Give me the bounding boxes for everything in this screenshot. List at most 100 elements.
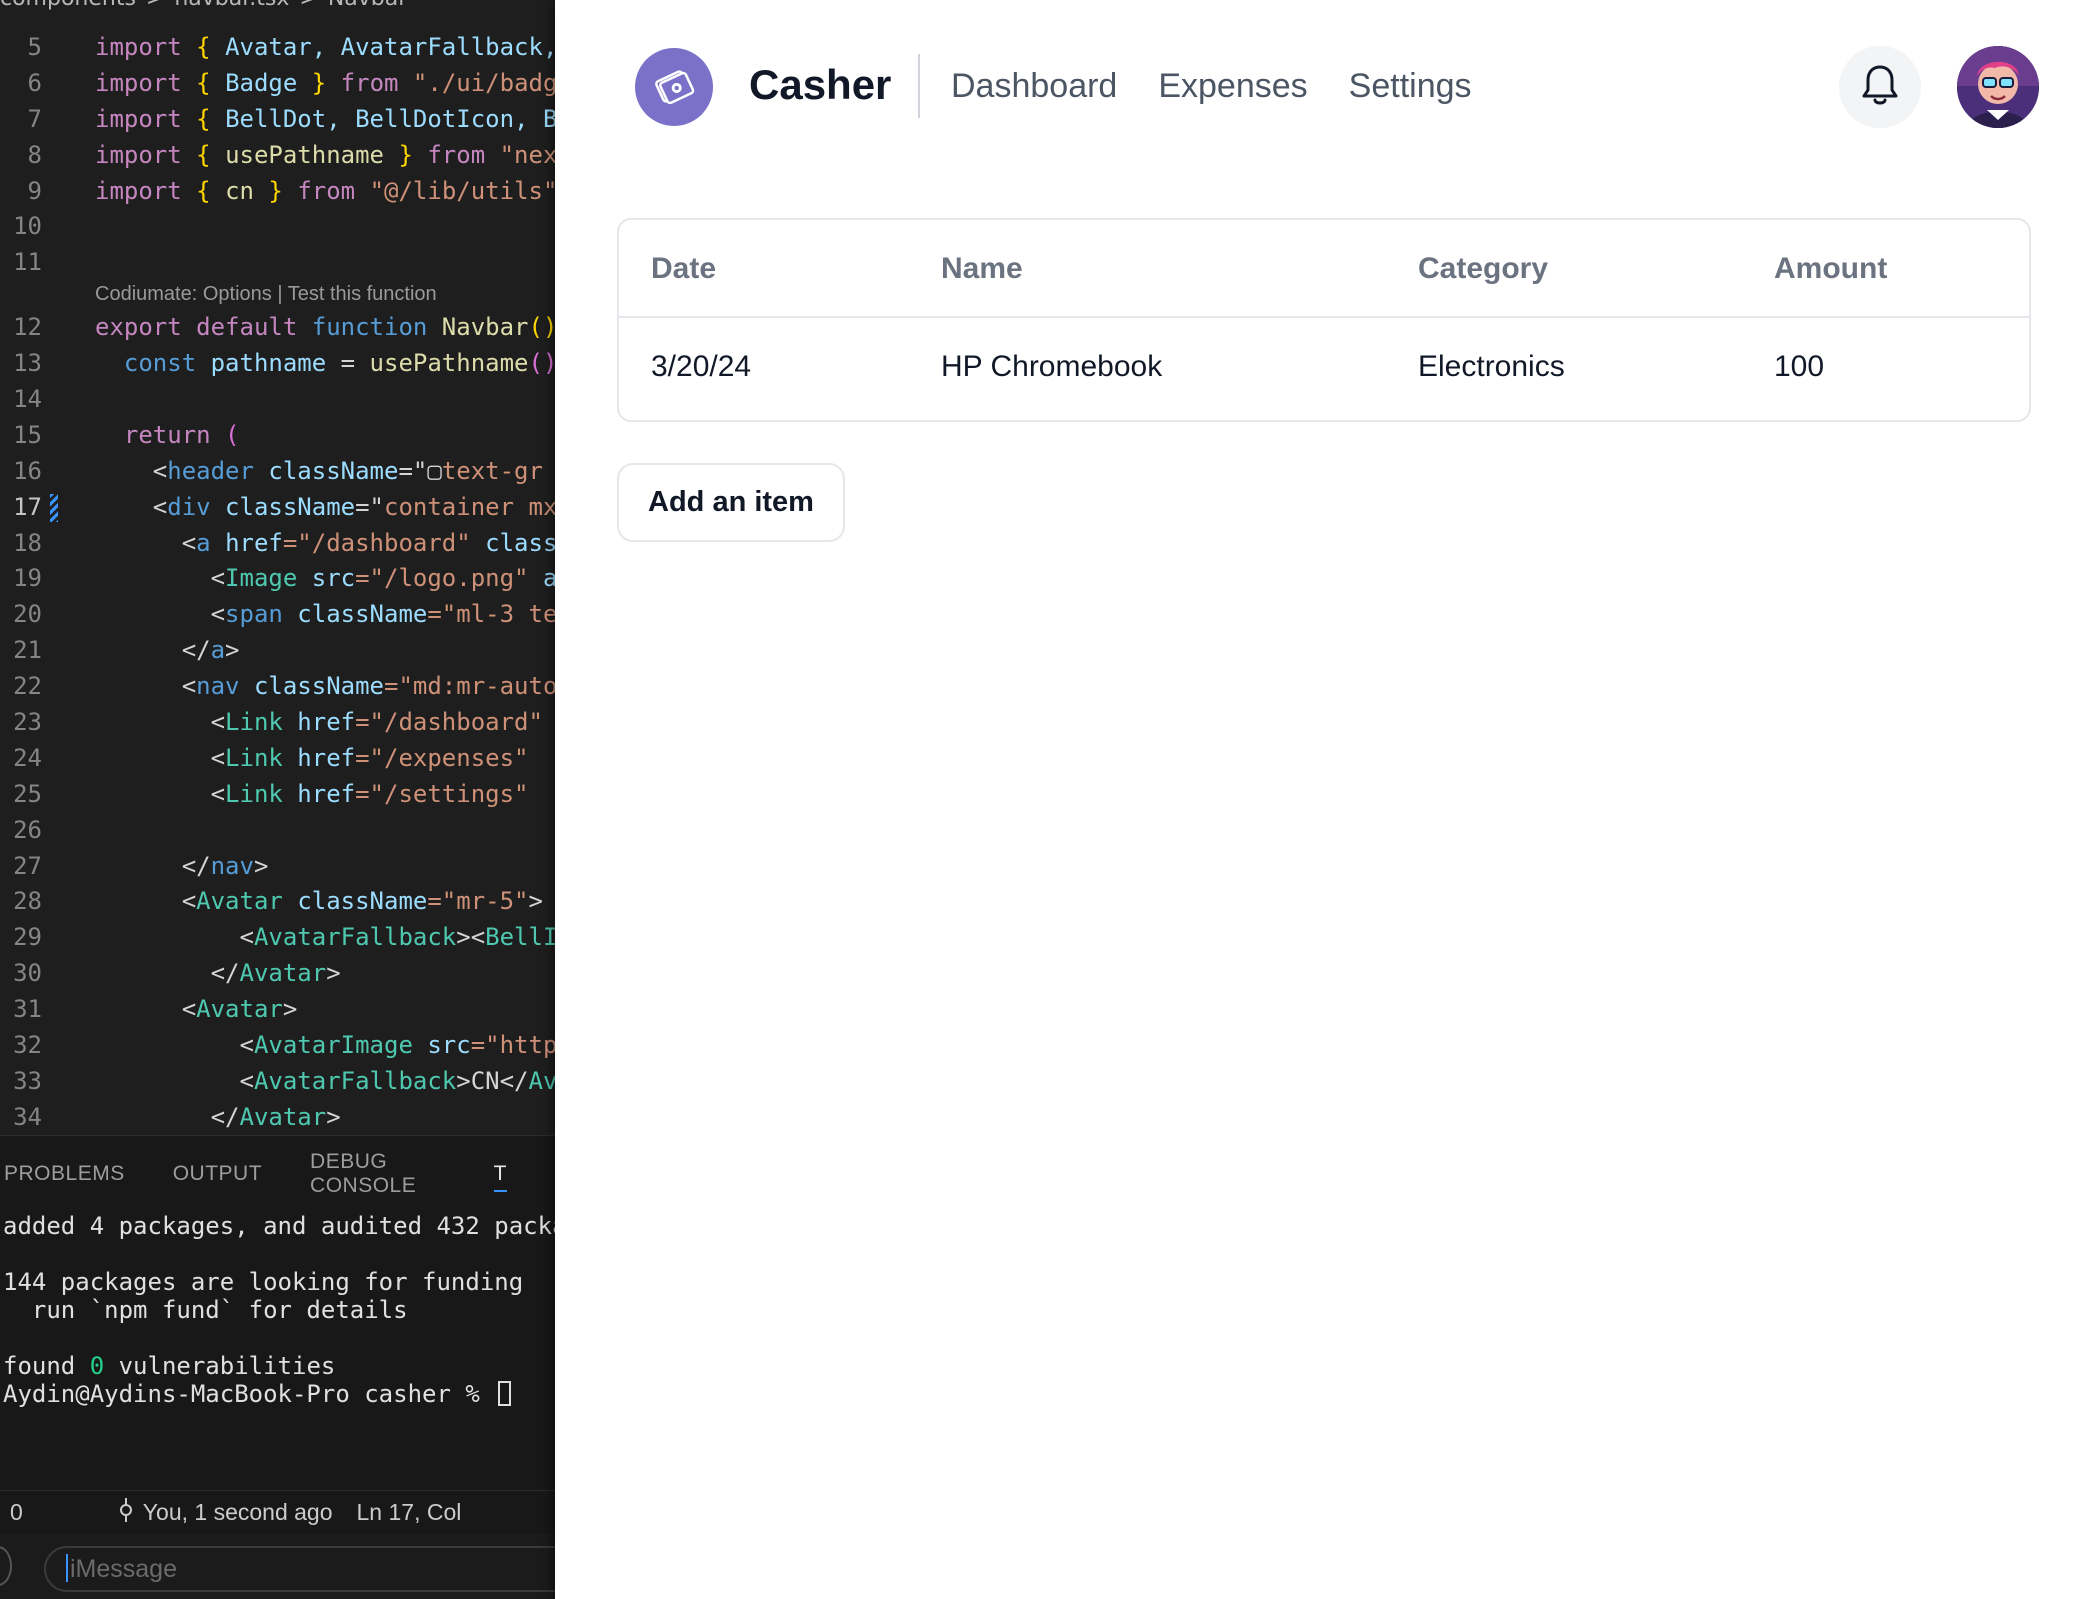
user-avatar[interactable] bbox=[1957, 46, 2039, 128]
line-number: 21 bbox=[13, 636, 42, 665]
code-token: < bbox=[95, 779, 226, 808]
code-token: BellI bbox=[485, 923, 555, 952]
table-row[interactable]: 3/20/24 HP Chromebook Electronics 100 bbox=[619, 318, 2029, 416]
code-token: import bbox=[95, 104, 197, 133]
code-token: div bbox=[167, 492, 226, 521]
code-line[interactable]: 29 <AvatarFallback><BellI bbox=[0, 920, 555, 956]
code-line[interactable]: 16 <header className="▢text-gr bbox=[0, 454, 555, 490]
brand-name[interactable]: Casher bbox=[749, 61, 891, 109]
line-number: 24 bbox=[13, 743, 42, 772]
code-token: Image bbox=[225, 564, 312, 593]
tab-debug-console[interactable]: DEBUG CONSOLE bbox=[310, 1150, 446, 1198]
code-line[interactable]: 30 </Avatar> bbox=[0, 956, 555, 992]
bottom-panel: PROBLEMS OUTPUT DEBUG CONSOLE T added 4 … bbox=[0, 1135, 555, 1505]
nav-expenses[interactable]: Expenses bbox=[1158, 67, 1307, 106]
code-line[interactable]: 15 return ( bbox=[0, 418, 555, 454]
code-line[interactable]: 17 <div className="container mx bbox=[0, 490, 555, 526]
cell-amount: 100 bbox=[1774, 350, 1825, 383]
code-token: < bbox=[95, 528, 197, 557]
code-line[interactable]: 8 import { usePathname } from "nex bbox=[0, 138, 555, 174]
code-line[interactable]: 14 bbox=[0, 382, 555, 418]
code-token: } bbox=[311, 68, 341, 97]
code-token: href bbox=[297, 708, 356, 737]
line-number: 13 bbox=[13, 349, 42, 378]
code-line[interactable]: 11 bbox=[0, 245, 555, 281]
column-header-date: Date bbox=[651, 252, 717, 285]
breadcrumb-folder[interactable]: components bbox=[0, 0, 136, 11]
code-area[interactable]: 5 import { Avatar, AvatarFallback, 6 import… bbox=[0, 30, 555, 1136]
logo-icon[interactable] bbox=[635, 48, 713, 126]
code-line[interactable]: 22 <nav className="md:mr-auto bbox=[0, 669, 555, 705]
code-token: >CN</ bbox=[456, 1066, 529, 1095]
code-line[interactable]: 33 <AvatarFallback>CN</Av bbox=[0, 1064, 555, 1100]
code-line[interactable]: 23 <Link href="/dashboard" bbox=[0, 705, 555, 741]
code-line[interactable]: 20 <span className="ml-3 te bbox=[0, 597, 555, 633]
code-line[interactable]: 34 </Avatar> bbox=[0, 1100, 555, 1136]
line-number: 8 bbox=[27, 140, 42, 169]
status-git-blame[interactable]: You, 1 second ago bbox=[143, 1499, 333, 1526]
line-number: 16 bbox=[13, 456, 42, 485]
line-number: 28 bbox=[13, 887, 42, 916]
code-line[interactable]: 26 bbox=[0, 813, 555, 849]
code-token: < bbox=[95, 887, 197, 916]
terminal[interactable]: added 4 packages, and audited 432 packag… bbox=[0, 1212, 555, 1408]
terminal-prompt[interactable]: Aydin@Aydins-MacBook-Pro casher % bbox=[3, 1380, 555, 1408]
code-token: import bbox=[95, 140, 197, 169]
code-line[interactable]: 18 <a href="/dashboard" class bbox=[0, 526, 555, 562]
code-line[interactable]: 5 import { Avatar, AvatarFallback, bbox=[0, 30, 555, 66]
line-number: 7 bbox=[27, 104, 42, 133]
code-line[interactable]: 6 import { Badge } from "./ui/badg bbox=[0, 66, 555, 102]
code-token: ="http bbox=[470, 1031, 555, 1060]
code-line[interactable]: 25 <Link href="/settings" bbox=[0, 777, 555, 813]
code-token: < bbox=[95, 672, 197, 701]
code-token: container mx bbox=[384, 492, 555, 521]
code-token: Avatar bbox=[239, 1102, 327, 1131]
codelens-actions[interactable]: Codiumate: Options | Test this function bbox=[0, 281, 555, 307]
tab-output[interactable]: OUTPUT bbox=[173, 1162, 262, 1186]
code-line[interactable]: 21 </a> bbox=[0, 633, 555, 669]
line-number: 33 bbox=[13, 1066, 42, 1095]
nav-settings[interactable]: Settings bbox=[1349, 67, 1472, 106]
code-token: { bbox=[196, 104, 226, 133]
git-commit-icon bbox=[117, 1497, 135, 1528]
code-line[interactable]: 28 <Avatar className="mr-5"> bbox=[0, 884, 555, 920]
code-token: const bbox=[95, 349, 211, 378]
code-token: > bbox=[326, 959, 341, 988]
code-token: < bbox=[95, 564, 226, 593]
line-number: 34 bbox=[13, 1102, 42, 1131]
imessage-input[interactable]: iMessage bbox=[44, 1546, 555, 1592]
code-line[interactable]: 13 const pathname = usePathname() bbox=[0, 346, 555, 382]
code-token: ▢ bbox=[427, 456, 442, 485]
code-token: </ bbox=[95, 959, 240, 988]
code-line[interactable]: 31 <Avatar> bbox=[0, 992, 555, 1028]
code-line[interactable]: 12 export default function Navbar() bbox=[0, 310, 555, 346]
breadcrumb-symbol[interactable]: Navbar bbox=[328, 0, 407, 11]
code-line[interactable]: 7 import { BellDot, BellDotIcon, B bbox=[0, 102, 555, 138]
tab-problems[interactable]: PROBLEMS bbox=[4, 1162, 125, 1186]
add-item-button[interactable]: Add an item bbox=[617, 463, 845, 542]
code-token: src bbox=[427, 1031, 471, 1060]
nav-dashboard[interactable]: Dashboard bbox=[951, 67, 1117, 106]
cell-category: Electronics bbox=[1418, 350, 1565, 383]
line-number: 22 bbox=[13, 672, 42, 701]
breadcrumb-file[interactable]: navbar.tsx bbox=[174, 0, 289, 11]
status-cursor-position[interactable]: Ln 17, Col bbox=[357, 1499, 462, 1526]
code-line[interactable]: 27 </nav> bbox=[0, 849, 555, 885]
bell-icon bbox=[1858, 61, 1902, 114]
code-token: nav bbox=[210, 851, 254, 880]
code-token: < bbox=[95, 600, 226, 629]
line-number: 32 bbox=[13, 1031, 42, 1060]
tab-terminal[interactable]: T bbox=[493, 1162, 507, 1192]
status-bar: 0 You, 1 second ago Ln 17, Col bbox=[0, 1490, 555, 1534]
status-errors[interactable]: 0 bbox=[10, 1499, 23, 1526]
code-line[interactable]: 19 <Image src="/logo.png" a bbox=[0, 561, 555, 597]
notifications-button[interactable] bbox=[1839, 46, 1921, 128]
code-line[interactable]: 24 <Link href="/expenses" bbox=[0, 741, 555, 777]
terminal-line: 144 packages are looking for funding bbox=[3, 1268, 524, 1296]
imessage-app-icon[interactable] bbox=[0, 1546, 12, 1586]
breadcrumb[interactable]: components > navbar.tsx > Navbar bbox=[0, 0, 417, 12]
code-token: ="/settings" bbox=[355, 779, 529, 808]
code-line[interactable]: 9 import { cn } from "@/lib/utils" bbox=[0, 174, 555, 210]
code-line[interactable]: 10 bbox=[0, 209, 555, 245]
code-line[interactable]: 32 <AvatarImage src="http bbox=[0, 1028, 555, 1064]
